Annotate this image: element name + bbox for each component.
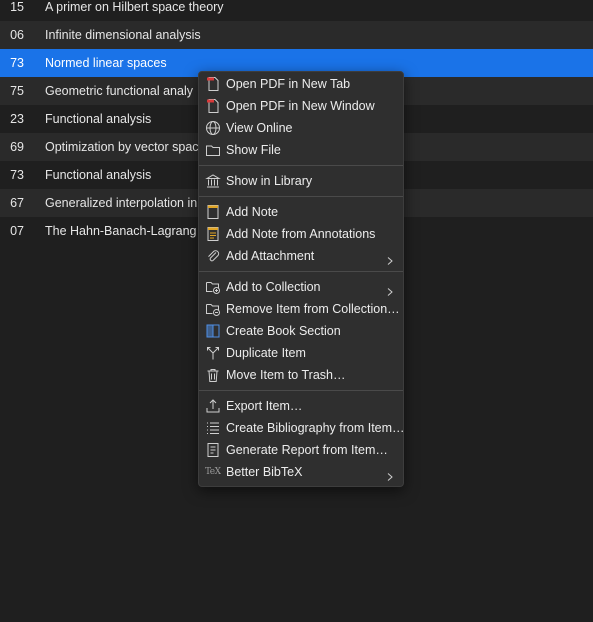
menu-item-move-to-trash[interactable]: Move Item to Trash… [199,364,403,386]
pdf-icon [205,98,221,114]
report-icon [205,442,221,458]
chevron-right-icon [385,251,395,265]
title-cell: Functional analysis [45,112,152,126]
menu-item-add-note[interactable]: Add Note [199,201,403,223]
library-icon [205,173,221,189]
title-cell: Generalized interpolation in [45,196,198,210]
paperclip-icon [205,248,221,264]
year-cell: 06 [10,28,24,42]
title-cell: Functional analysis [45,168,152,182]
year-cell: 69 [10,140,24,154]
menu-item-better-bibtex[interactable]: TeX Better BibTeX [199,461,403,483]
menu-item-duplicate-item[interactable]: Duplicate Item [199,342,403,364]
table-row[interactable]: 15 A primer on Hilbert space theory [0,0,593,21]
menu-item-remove-from-collection[interactable]: Remove Item from Collection… [199,298,403,320]
menu-item-label: Export Item… [226,399,303,413]
chevron-right-icon [385,282,395,296]
year-cell: 23 [10,112,24,126]
folder-remove-icon [205,301,221,317]
menu-item-export-item[interactable]: Export Item… [199,395,403,417]
menu-item-add-note-from-annotations[interactable]: Add Note from Annotations [199,223,403,245]
context-menu: Open PDF in New Tab Open PDF in New Wind… [198,71,405,487]
menu-item-show-in-library[interactable]: Show in Library [199,170,403,192]
menu-item-label: Create Book Section [226,324,341,338]
menu-item-label: Duplicate Item [226,346,306,360]
chevron-right-icon [385,467,395,481]
book-section-icon [205,323,221,339]
menu-item-label: Open PDF in New Window [226,99,375,113]
menu-item-label: Add Attachment [226,249,315,263]
menu-item-open-pdf-new-window[interactable]: Open PDF in New Window [199,95,403,117]
folder-icon [205,142,221,158]
menu-item-add-to-collection[interactable]: Add to Collection [199,276,403,298]
menu-item-label: Move Item to Trash… [226,368,346,382]
menu-separator [199,271,403,272]
menu-item-label: Generate Report from Item… [226,443,388,457]
folder-add-icon [205,279,221,295]
year-cell: 73 [10,56,24,70]
title-cell: Optimization by vector spac [45,140,199,154]
duplicate-icon [205,345,221,361]
menu-item-create-bibliography[interactable]: Create Bibliography from Item… [199,417,405,439]
pdf-icon [205,76,221,92]
bibliography-icon [205,420,221,436]
menu-item-show-file[interactable]: Show File [199,139,403,161]
menu-item-generate-report[interactable]: Generate Report from Item… [199,439,403,461]
menu-item-label: Remove Item from Collection… [226,302,400,316]
title-cell: A primer on Hilbert space theory [45,0,224,14]
menu-item-label: Show in Library [226,174,313,188]
trash-icon [205,367,221,383]
title-cell: Infinite dimensional analysis [45,28,201,42]
table-row[interactable]: 06 Infinite dimensional analysis [0,21,593,49]
year-cell: 15 [10,0,24,14]
title-cell: Normed linear spaces [45,56,167,70]
export-icon [205,398,221,414]
menu-item-label: Better BibTeX [226,465,303,479]
menu-item-label: Add to Collection [226,280,321,294]
year-cell: 73 [10,168,24,182]
note-icon [205,204,221,220]
menu-separator [199,390,403,391]
menu-item-add-attachment[interactable]: Add Attachment [199,245,403,267]
tex-icon: TeX [205,467,221,477]
menu-item-create-book-section[interactable]: Create Book Section [199,320,403,342]
menu-item-label: Add Note [226,205,279,219]
title-cell: Geometric functional analy [45,84,193,98]
menu-item-label: Show File [226,143,281,157]
title-cell: The Hahn-Banach-Lagrang [45,224,197,238]
year-cell: 07 [10,224,24,238]
menu-item-label: Add Note from Annotations [226,227,376,241]
menu-item-view-online[interactable]: View Online [199,117,403,139]
globe-icon [205,120,221,136]
menu-item-label: View Online [226,121,293,135]
menu-item-open-pdf-new-tab[interactable]: Open PDF in New Tab [199,73,403,95]
note-annotations-icon [205,226,221,242]
menu-separator [199,165,403,166]
menu-item-label: Open PDF in New Tab [226,77,351,91]
year-cell: 67 [10,196,24,210]
menu-item-label: Create Bibliography from Item… [226,421,405,435]
menu-separator [199,196,403,197]
year-cell: 75 [10,84,24,98]
